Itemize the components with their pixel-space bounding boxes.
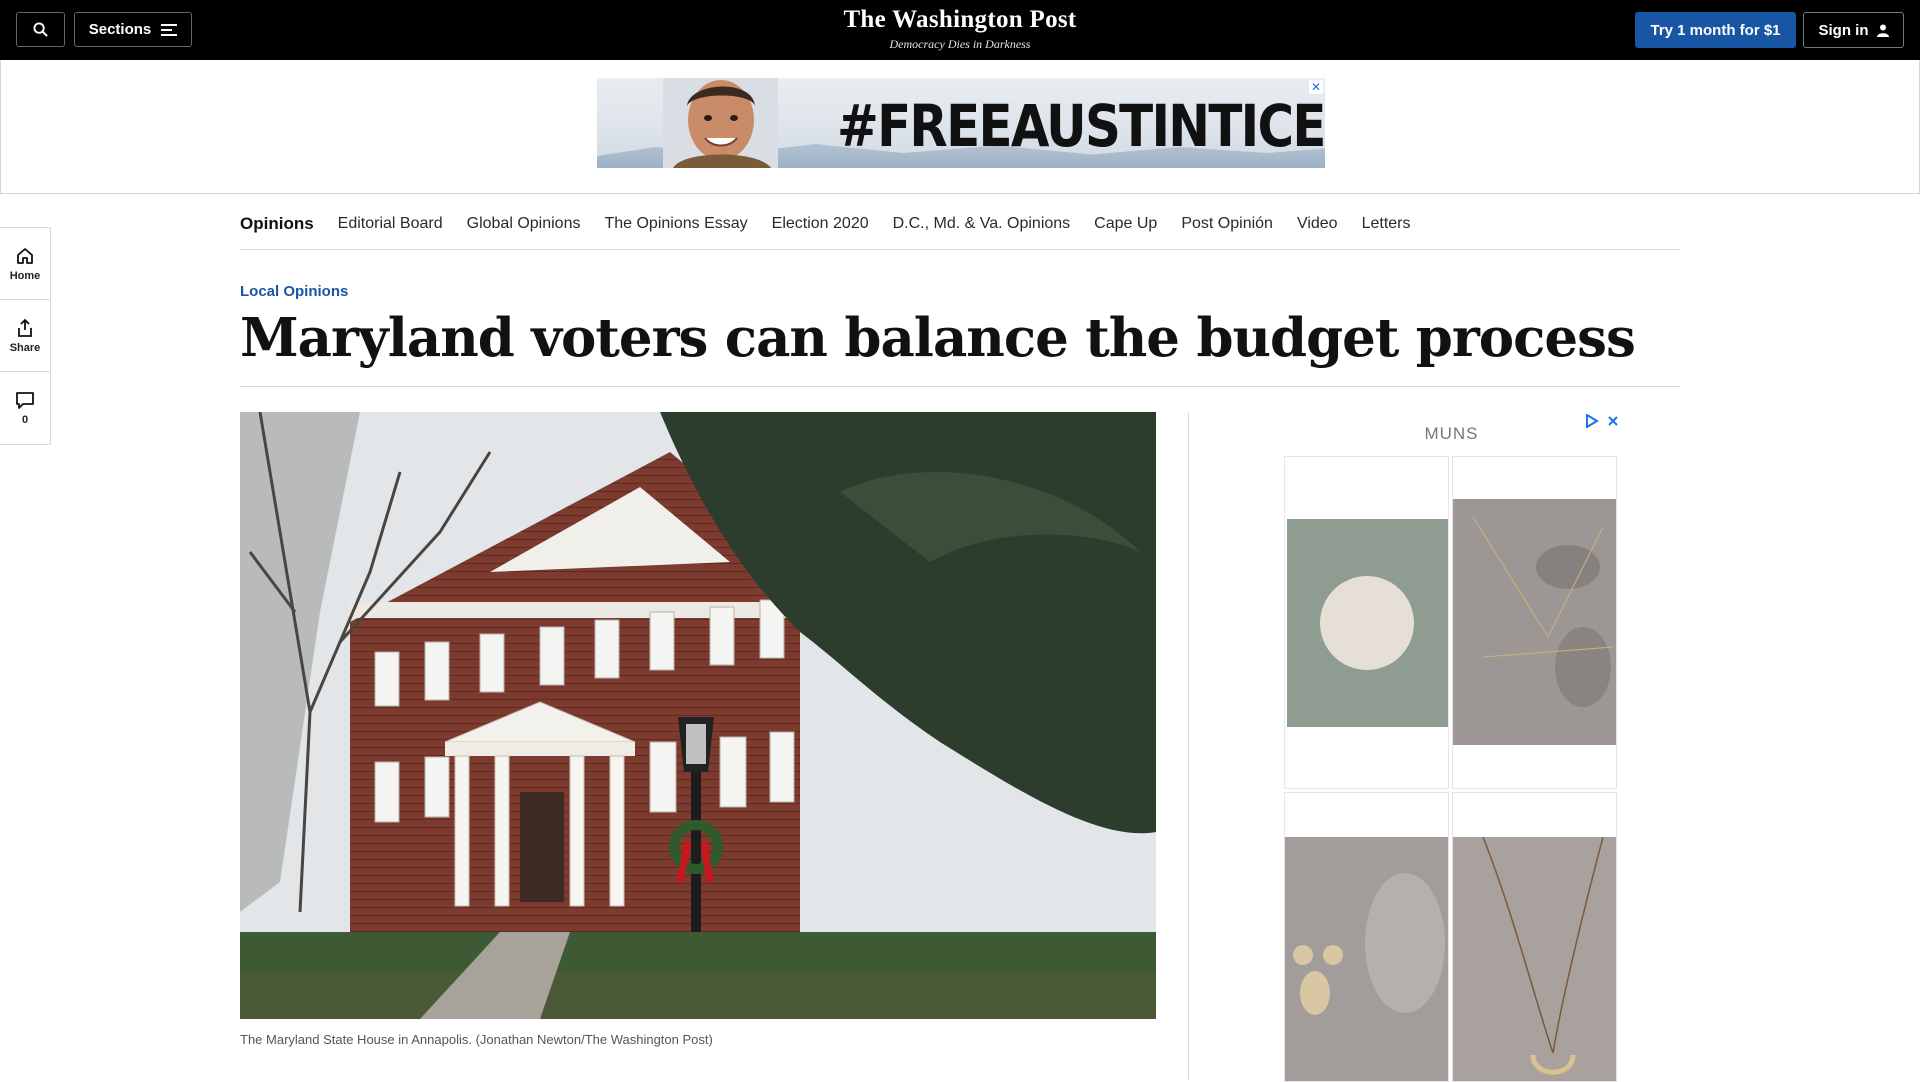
nav-item-post-opinion[interactable]: Post Opinión bbox=[1181, 215, 1273, 233]
banner-portrait bbox=[663, 78, 778, 168]
share-button[interactable]: Share bbox=[0, 300, 50, 372]
sign-in-button[interactable]: Sign in bbox=[1803, 12, 1904, 48]
share-rail: Home Share 0 bbox=[0, 227, 51, 445]
nav-item-global-opinions[interactable]: Global Opinions bbox=[467, 215, 581, 233]
user-icon bbox=[1876, 24, 1889, 37]
subscribe-button[interactable]: Try 1 month for $1 bbox=[1635, 12, 1796, 48]
menu-icon bbox=[161, 23, 178, 36]
nav-item-cape-up[interactable]: Cape Up bbox=[1094, 215, 1157, 233]
search-icon bbox=[33, 22, 48, 37]
headline-divider bbox=[240, 386, 1680, 387]
nav-item-video[interactable]: Video bbox=[1297, 215, 1338, 233]
share-icon bbox=[18, 318, 32, 337]
lead-photo bbox=[240, 412, 1156, 1019]
nav-item-opinions[interactable]: Opinions bbox=[240, 214, 314, 234]
comments-button[interactable]: 0 bbox=[0, 372, 50, 444]
nav-item-opinions-essay[interactable]: The Opinions Essay bbox=[604, 215, 747, 233]
opinions-section-nav: Opinions Editorial Board Global Opinions… bbox=[240, 198, 1680, 250]
state-house-illustration bbox=[240, 412, 1156, 1019]
search-button[interactable] bbox=[16, 12, 65, 47]
banner-ad[interactable]: #FREEAUSTINTICE ✕ bbox=[597, 78, 1325, 168]
close-icon[interactable] bbox=[1607, 415, 1619, 427]
product-image bbox=[1285, 793, 1448, 1081]
nav-item-election-2020[interactable]: Election 2020 bbox=[772, 215, 869, 233]
brand-name: The Washington Post bbox=[843, 6, 1077, 33]
brand-logo[interactable]: The Washington Post Democracy Dies in Da… bbox=[760, 6, 1160, 52]
photo-caption: The Maryland State House in Annapolis. (… bbox=[240, 1032, 713, 1047]
ad-brand-name: MUNS bbox=[1424, 424, 1479, 443]
sections-button[interactable]: Sections bbox=[74, 12, 192, 47]
comments-count: 0 bbox=[21, 414, 29, 426]
article-headline: Maryland voters can balance the budget p… bbox=[240, 307, 1636, 369]
nav-item-letters[interactable]: Letters bbox=[1362, 215, 1411, 233]
top-ad-strip: #FREEAUSTINTICE ✕ bbox=[0, 60, 1920, 194]
adchoices-icon bbox=[1586, 413, 1600, 430]
nav-item-editorial-board[interactable]: Editorial Board bbox=[338, 215, 443, 233]
product-tile[interactable] bbox=[1452, 792, 1617, 1082]
article-kicker[interactable]: Local Opinions bbox=[240, 283, 348, 300]
sign-in-label: Sign in bbox=[1818, 21, 1869, 39]
home-label: Home bbox=[9, 269, 41, 282]
share-label: Share bbox=[9, 341, 41, 354]
banner-headline: #FREEAUSTINTICE bbox=[837, 92, 1325, 160]
product-tile[interactable] bbox=[1284, 456, 1449, 789]
sidebar-ad[interactable]: MUNS bbox=[1284, 412, 1619, 1082]
product-image bbox=[1285, 457, 1448, 788]
product-tile[interactable] bbox=[1452, 456, 1617, 789]
comment-icon bbox=[16, 392, 34, 409]
home-button[interactable]: Home bbox=[0, 228, 50, 300]
ad-close-icon[interactable]: ✕ bbox=[1309, 80, 1323, 94]
home-icon bbox=[17, 247, 33, 264]
nav-item-dc-md-va-opinions[interactable]: D.C., Md. & Va. Opinions bbox=[893, 215, 1071, 233]
product-image bbox=[1453, 457, 1616, 788]
product-tile[interactable] bbox=[1284, 792, 1449, 1082]
ad-choices[interactable] bbox=[1585, 412, 1619, 430]
column-divider bbox=[1188, 412, 1189, 1080]
sections-label: Sections bbox=[88, 21, 152, 38]
brand-tagline: Democracy Dies in Darkness bbox=[889, 37, 1031, 51]
product-image bbox=[1453, 793, 1616, 1081]
top-navigation-bar: Sections The Washington Post Democracy D… bbox=[0, 0, 1920, 60]
